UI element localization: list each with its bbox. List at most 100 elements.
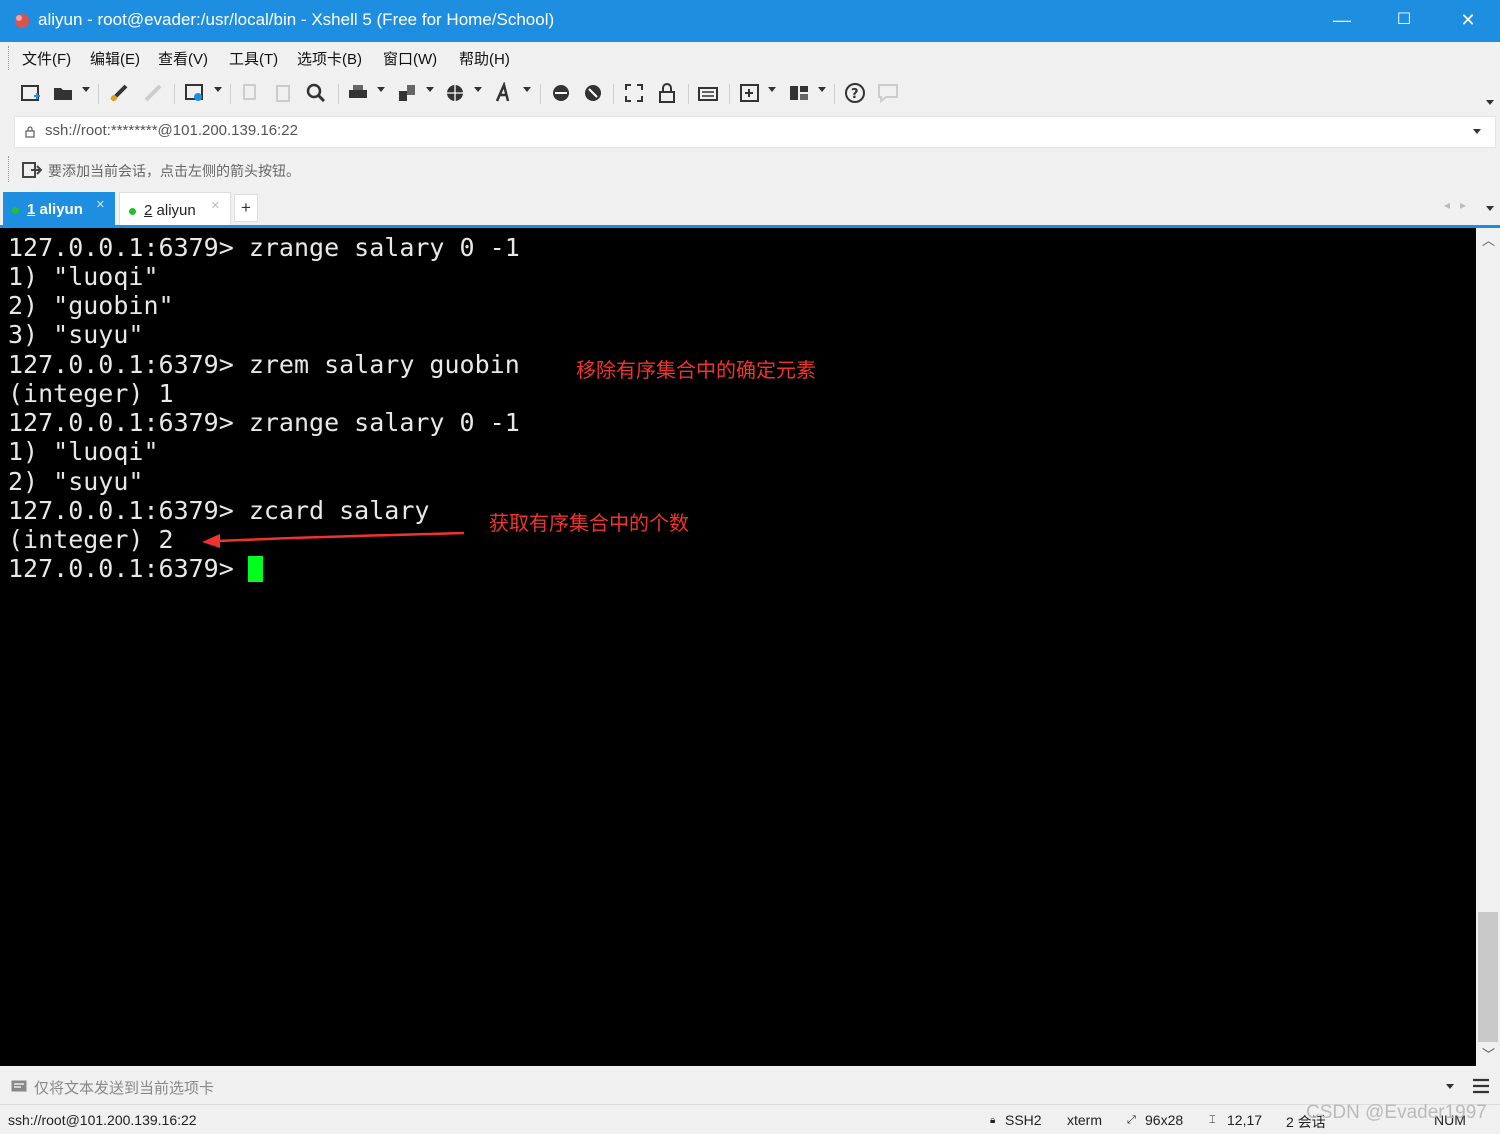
toolbar-separator bbox=[338, 84, 339, 104]
terminal-line: 2) "guobin" bbox=[8, 291, 174, 320]
menu-grip bbox=[8, 46, 11, 70]
annotation-arrow bbox=[202, 531, 465, 548]
status-position-icon: ⌶ bbox=[1209, 1114, 1216, 1126]
hamburger-menu-icon[interactable] bbox=[1472, 1078, 1490, 1094]
terminal-line: 127.0.0.1:6379> zrange salary 0 -1 bbox=[8, 233, 520, 262]
print-icon[interactable] bbox=[347, 82, 369, 104]
globe-dropdown-icon[interactable] bbox=[474, 87, 482, 92]
add-tab-dropdown-icon[interactable] bbox=[768, 87, 776, 92]
xftp-icon[interactable] bbox=[550, 82, 572, 104]
copy-icon bbox=[243, 84, 256, 100]
scrollbar-thumb[interactable] bbox=[1478, 912, 1498, 1042]
minimize-button[interactable]: — bbox=[1310, 0, 1374, 42]
tab-scroll-left-icon[interactable]: ◂ bbox=[1444, 198, 1450, 212]
tab-scroll-right-icon[interactable]: ▸ bbox=[1460, 198, 1466, 212]
toolbar-overflow-icon[interactable] bbox=[1486, 100, 1494, 105]
terminal-prompt-line: 127.0.0.1:6379> bbox=[8, 554, 249, 583]
status-lock-icon: 🔒︎ bbox=[990, 1115, 996, 1126]
tab-bar: 1 aliyun ✕ 2 aliyun ✕ + ◂ ▸ bbox=[0, 190, 1500, 226]
title-bar: aliyun - root@evader:/usr/local/bin - Xs… bbox=[0, 0, 1500, 42]
lock-icon[interactable] bbox=[656, 82, 678, 104]
connected-status-icon bbox=[12, 207, 19, 214]
compose-target-text: 仅将文本发送到当前选项卡 bbox=[34, 1080, 215, 1097]
xmanager-icon[interactable] bbox=[582, 82, 604, 104]
find-icon[interactable] bbox=[305, 82, 327, 104]
terminal-cursor bbox=[248, 556, 263, 582]
menu-view[interactable]: 查看(V) bbox=[158, 48, 208, 69]
annotation-zcard: 获取有序集合中的个数 bbox=[489, 511, 689, 535]
tab-session-2[interactable]: 2 aliyun ✕ bbox=[119, 192, 231, 226]
address-dropdown-icon[interactable] bbox=[1473, 129, 1481, 134]
menu-file[interactable]: 文件(F) bbox=[22, 48, 71, 69]
add-tab-icon[interactable] bbox=[739, 82, 761, 104]
menu-window[interactable]: 窗口(W) bbox=[383, 48, 437, 69]
compose-bar[interactable]: 仅将文本发送到当前选项卡 bbox=[0, 1068, 1500, 1104]
close-button[interactable]: ✕ bbox=[1436, 0, 1500, 42]
window-title: aliyun - root@evader:/usr/local/bin - Xs… bbox=[38, 10, 555, 29]
tab-list-dropdown-icon[interactable] bbox=[1486, 206, 1494, 211]
toolbar-separator bbox=[613, 84, 614, 104]
properties-dropdown-icon[interactable] bbox=[214, 87, 222, 92]
layout-dropdown-icon[interactable] bbox=[818, 87, 826, 92]
terminal-line: 1) "luoqi" bbox=[8, 437, 159, 466]
terminal-line: 3) "suyu" bbox=[8, 320, 144, 349]
terminal-line: 2) "suyu" bbox=[8, 467, 144, 496]
status-position: 12,17 bbox=[1227, 1112, 1263, 1128]
menu-edit[interactable]: 编辑(E) bbox=[90, 48, 140, 69]
properties-icon[interactable] bbox=[184, 82, 206, 104]
new-tab-button[interactable]: + bbox=[234, 194, 258, 222]
hint-grip bbox=[8, 156, 11, 182]
scroll-up-icon[interactable]: ︿ bbox=[1482, 230, 1495, 249]
address-input[interactable]: ssh://root:********@101.200.139.16:22 bbox=[45, 122, 298, 139]
chat-icon bbox=[878, 84, 898, 104]
help-icon[interactable]: ? bbox=[844, 82, 866, 104]
status-protocol: SSH2 bbox=[1005, 1112, 1042, 1128]
open-dropdown-icon[interactable] bbox=[82, 87, 90, 92]
tab-label: 1 aliyun bbox=[27, 201, 83, 218]
globe-icon[interactable] bbox=[444, 82, 466, 104]
close-tab-icon[interactable]: ✕ bbox=[96, 198, 105, 211]
watermark: CSDN @Evader1997 bbox=[1306, 1102, 1487, 1123]
maximize-button[interactable]: ☐ bbox=[1372, 0, 1436, 42]
fullscreen-icon[interactable] bbox=[623, 82, 645, 104]
add-session-arrow-icon[interactable] bbox=[22, 161, 42, 179]
tab-session-1[interactable]: 1 aliyun ✕ bbox=[3, 192, 115, 226]
open-folder-icon[interactable] bbox=[52, 82, 74, 104]
font-dropdown-icon[interactable] bbox=[523, 87, 531, 92]
paste-icon bbox=[276, 85, 290, 102]
menu-bar: 文件(F) 编辑(E) 查看(V) 工具(T) 选项卡(B) 窗口(W) 帮助(… bbox=[0, 42, 1500, 74]
terminal-area[interactable]: 127.0.0.1:6379> zrange salary 0 -1 1) "l… bbox=[0, 228, 1476, 1066]
terminal-line: (integer) 1 bbox=[8, 379, 174, 408]
connected-status-icon bbox=[129, 208, 136, 215]
toolbar-separator bbox=[540, 84, 541, 104]
print-dropdown-icon[interactable] bbox=[377, 87, 385, 92]
transfer-icon[interactable] bbox=[396, 82, 418, 104]
keyboard-icon[interactable] bbox=[697, 82, 719, 104]
menu-help[interactable]: 帮助(H) bbox=[459, 48, 510, 69]
toolbar-separator bbox=[834, 84, 835, 104]
close-tab-icon[interactable]: ✕ bbox=[211, 199, 220, 212]
scroll-down-icon[interactable]: ﹀ bbox=[1482, 1044, 1495, 1063]
toolbar-separator bbox=[729, 84, 730, 104]
status-connection: ssh://root@101.200.139.16:22 bbox=[8, 1112, 197, 1128]
svg-text:?: ? bbox=[851, 87, 859, 102]
address-bar[interactable]: ssh://root:********@101.200.139.16:22 bbox=[14, 116, 1496, 148]
menu-tools[interactable]: 工具(T) bbox=[229, 48, 278, 69]
transfer-dropdown-icon[interactable] bbox=[426, 87, 434, 92]
connect-icon[interactable] bbox=[108, 82, 130, 104]
font-icon[interactable] bbox=[494, 82, 516, 104]
menu-tab[interactable]: 选项卡(B) bbox=[297, 48, 362, 69]
terminal-line: 127.0.0.1:6379> zcard salary bbox=[8, 496, 430, 525]
status-terminal-type: xterm bbox=[1067, 1112, 1102, 1128]
disconnect-icon bbox=[144, 84, 162, 102]
status-bar: ssh://root@101.200.139.16:22 🔒︎ SSH2 xte… bbox=[0, 1104, 1500, 1134]
new-session-icon[interactable] bbox=[20, 82, 42, 104]
status-size: 96x28 bbox=[1145, 1112, 1184, 1128]
annotation-zrem: 移除有序集合中的确定元素 bbox=[576, 358, 816, 382]
layout-icon[interactable] bbox=[788, 82, 810, 104]
compose-dropdown-icon[interactable] bbox=[1446, 1084, 1454, 1089]
session-hint-bar: 要添加当前会话，点击左侧的箭头按钮。 bbox=[0, 152, 1500, 188]
terminal-line: 1) "luoqi" bbox=[8, 262, 159, 291]
tab-label: 2 aliyun bbox=[144, 202, 196, 219]
lock-small-icon bbox=[25, 126, 35, 138]
